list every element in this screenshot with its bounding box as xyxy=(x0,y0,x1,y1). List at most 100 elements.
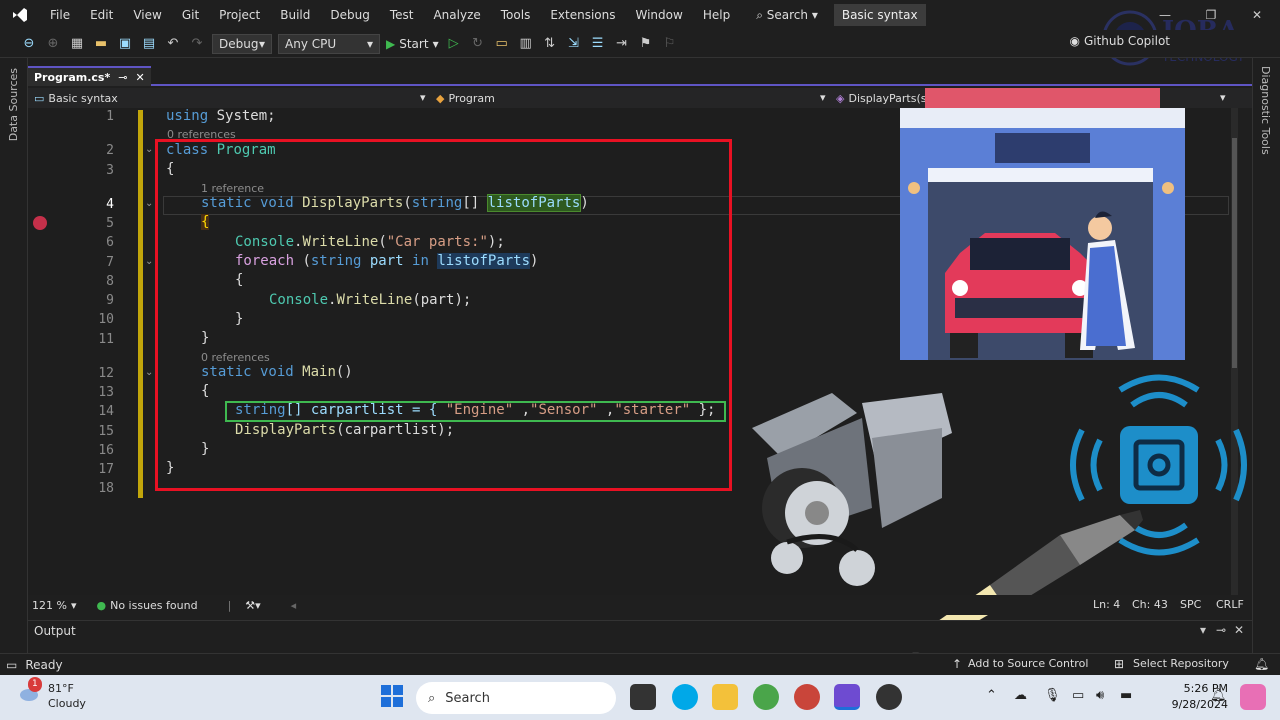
format-icon[interactable]: ⇅ xyxy=(541,35,559,53)
chevron-up-icon[interactable]: ⌃ xyxy=(986,688,997,703)
cursor-column[interactable]: Ch: 43 xyxy=(1132,598,1168,611)
fold-icon[interactable]: ⌄ xyxy=(145,144,153,155)
diagnostic-tools-tab[interactable]: Diagnostic Tools xyxy=(1259,66,1272,155)
pin-icon[interactable]: ⊸ xyxy=(118,71,127,84)
bookmark-icon[interactable]: ⚑ xyxy=(637,35,655,53)
menu-analyze[interactable]: Analyze xyxy=(423,0,490,30)
line-number: 18 xyxy=(98,481,114,496)
menu-extensions[interactable]: Extensions xyxy=(540,0,625,30)
select-repository-button[interactable]: Select Repository xyxy=(1133,657,1229,670)
fold-icon[interactable]: ⌄ xyxy=(145,198,153,209)
copilot-taskbar-icon[interactable] xyxy=(1240,684,1266,710)
data-sources-tab[interactable]: Data Sources xyxy=(7,68,20,141)
back-icon[interactable]: ⊖ xyxy=(20,35,38,53)
weather-condition: Cloudy xyxy=(48,697,86,710)
menu-project[interactable]: Project xyxy=(209,0,270,30)
line-number: 12 xyxy=(98,366,114,381)
dropdown-icon[interactable]: ▾ xyxy=(1200,623,1206,637)
start-without-debugging-icon[interactable]: ▷ xyxy=(445,35,463,53)
issues-status[interactable]: No issues found xyxy=(110,599,197,612)
project-name: Basic syntax xyxy=(48,91,118,105)
menu-file[interactable]: File xyxy=(40,0,80,30)
save-all-icon[interactable]: ▤ xyxy=(140,35,158,53)
step-icon[interactable]: ⇲ xyxy=(565,35,583,53)
code-cleanup-icon[interactable]: ⚒▾ xyxy=(245,599,260,612)
close-icon[interactable]: ✕ xyxy=(1234,623,1244,637)
fold-icon[interactable]: ⌄ xyxy=(145,256,153,267)
copilot-label: Github Copilot xyxy=(1083,34,1170,48)
repository-icon: ⊞ xyxy=(1114,657,1125,671)
chrome-icon[interactable] xyxy=(753,684,779,710)
scrollbar-thumb[interactable] xyxy=(1232,138,1237,368)
file-explorer-icon[interactable] xyxy=(712,684,738,710)
project-dropdown[interactable]: ▭ Basic syntax xyxy=(34,92,118,105)
bookmark-next-icon[interactable]: ⚐ xyxy=(661,35,679,53)
toolbox-icon[interactable]: ▭ xyxy=(493,35,511,53)
hot-reload-icon[interactable]: ↻ xyxy=(469,35,487,53)
fold-icon[interactable]: ⌄ xyxy=(145,367,153,378)
menu-edit[interactable]: Edit xyxy=(80,0,123,30)
app-icon[interactable] xyxy=(876,684,902,710)
start-menu-icon[interactable] xyxy=(380,684,406,710)
start-button[interactable]: ▶ Start ▾ xyxy=(386,37,439,51)
menu-help[interactable]: Help xyxy=(693,0,740,30)
menu-view[interactable]: View xyxy=(123,0,171,30)
chevron-down-icon: ▾ xyxy=(366,36,373,51)
layout-icon[interactable]: ▥ xyxy=(517,35,535,53)
menu-git[interactable]: Git xyxy=(172,0,209,30)
display-icon[interactable]: ▭ xyxy=(1072,688,1084,703)
breakpoint-list-icon[interactable]: ☰ xyxy=(589,35,607,53)
breakpoint-icon[interactable] xyxy=(33,216,47,230)
weather-widget[interactable]: 1 81°F Cloudy xyxy=(18,677,86,711)
line-number: 3 xyxy=(106,163,114,178)
volume-icon[interactable]: 🔊︎ xyxy=(1096,688,1104,703)
line-number: 11 xyxy=(98,332,114,347)
change-indicator xyxy=(138,110,143,498)
menu-tools[interactable]: Tools xyxy=(491,0,541,30)
search-button[interactable]: ⌕ Search ▾ xyxy=(748,8,826,23)
indent-icon[interactable]: ⇥ xyxy=(613,35,631,53)
skype-icon[interactable] xyxy=(672,684,698,710)
battery-icon[interactable]: ▬ xyxy=(1120,688,1132,703)
configuration-value: Debug xyxy=(219,36,259,51)
microphone-icon[interactable]: 🎙︎ xyxy=(1044,688,1061,703)
github-copilot-button[interactable]: ◉ Github Copilot xyxy=(1069,34,1170,48)
chevron-down-icon: ▾ xyxy=(432,36,439,51)
menu-debug[interactable]: Debug xyxy=(320,0,379,30)
tab-program-cs[interactable]: Program.cs* ⊸ ✕ xyxy=(28,66,151,86)
line-number: 10 xyxy=(98,312,114,327)
save-icon[interactable]: ▣ xyxy=(116,35,134,53)
task-view-icon[interactable] xyxy=(630,684,656,710)
zoom-level[interactable]: 121 % xyxy=(32,599,67,612)
chrome-profile-icon[interactable] xyxy=(794,684,820,710)
configuration-select[interactable]: Debug ▾ xyxy=(212,33,272,54)
whitespace-mode[interactable]: SPC xyxy=(1180,598,1201,611)
scroll-left-icon[interactable]: ◂ xyxy=(291,599,297,612)
notification-bell-icon[interactable]: 🔔︎ xyxy=(1210,688,1227,703)
code-token: System; xyxy=(208,108,276,124)
menu-build[interactable]: Build xyxy=(270,0,320,30)
visual-studio-taskbar-icon[interactable] xyxy=(834,684,860,710)
taskbar-search-box[interactable]: ⌕ Search xyxy=(416,682,616,714)
undo-icon[interactable]: ↶ xyxy=(164,35,182,53)
notifications-icon[interactable]: 🔔︎ xyxy=(1254,657,1269,671)
pin-icon[interactable]: ⊸ xyxy=(1216,623,1226,637)
type-dropdown[interactable]: ◆ Program xyxy=(436,92,495,105)
platform-select[interactable]: Any CPU ▾ xyxy=(278,33,380,54)
chevron-down-icon[interactable]: ▾ xyxy=(71,599,77,612)
open-folder-icon[interactable]: ▬ xyxy=(92,35,110,53)
line-number: 8 xyxy=(106,274,114,289)
add-to-source-control-button[interactable]: Add to Source Control xyxy=(968,657,1088,670)
cursor-line[interactable]: Ln: 4 xyxy=(1093,598,1120,611)
visual-studio-logo-icon[interactable] xyxy=(0,0,40,30)
menu-test[interactable]: Test xyxy=(380,0,424,30)
close-icon[interactable]: ✕ xyxy=(135,71,144,84)
redo-icon[interactable]: ↷ xyxy=(188,35,206,53)
new-project-icon[interactable]: ▦ xyxy=(68,35,86,53)
line-number: 14 xyxy=(98,404,114,419)
line-number: 17 xyxy=(98,462,114,477)
line-ending[interactable]: CRLF xyxy=(1216,598,1244,611)
menu-window[interactable]: Window xyxy=(626,0,693,30)
forward-icon[interactable]: ⊕ xyxy=(44,35,62,53)
onedrive-icon[interactable]: ☁ xyxy=(1014,688,1027,703)
